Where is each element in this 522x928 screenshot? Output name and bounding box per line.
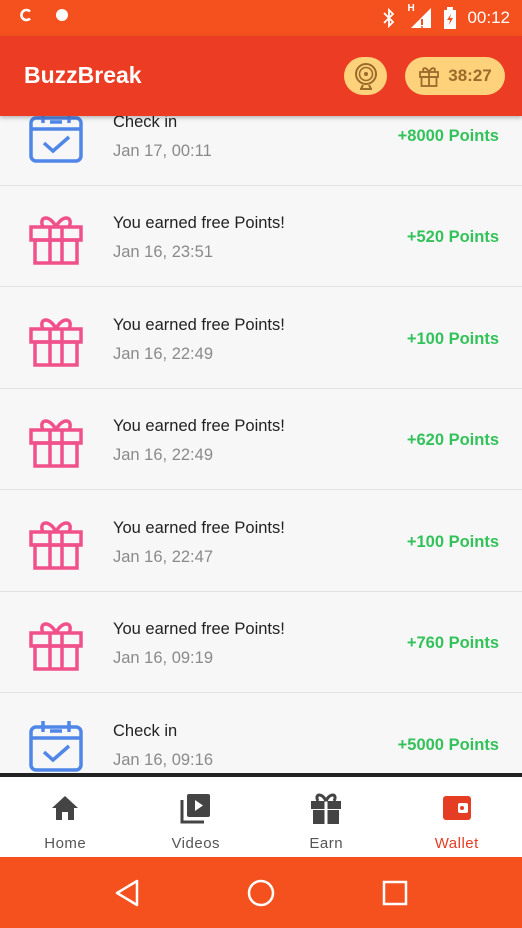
gift-timer-button[interactable]: 38:27 [405, 57, 505, 95]
gift-icon [29, 622, 83, 671]
nav-wallet-label: Wallet [434, 835, 479, 852]
list-item-time: Jan 16, 22:49 [113, 446, 213, 464]
list-item-time: Jan 16, 09:16 [113, 751, 213, 769]
lucky-wheel-button[interactable] [344, 57, 387, 95]
calendar-check-icon [29, 721, 83, 772]
recents-icon[interactable] [380, 878, 410, 908]
list-item[interactable]: Check in Jan 16, 09:16 +5000 Points [0, 694, 522, 773]
list-item[interactable]: You earned free Points! Jan 16, 22:47 +1… [0, 491, 522, 592]
gift-icon [29, 521, 83, 570]
gift-icon [29, 318, 83, 367]
calendar-check-icon [29, 116, 83, 163]
list-item-time: Jan 16, 09:19 [113, 649, 213, 667]
list-item-points: +8000 Points [397, 127, 499, 145]
notification-c-icon [20, 8, 31, 22]
system-nav-bar [0, 857, 522, 928]
list-item-time: Jan 16, 22:49 [113, 345, 213, 363]
list-item-points: +5000 Points [397, 736, 499, 754]
network-type-label: H [407, 3, 415, 14]
nav-earn[interactable]: Earn [261, 777, 392, 857]
notification-dot-icon [56, 9, 68, 21]
list-item-points: +100 Points [406, 330, 499, 348]
home-circle-icon[interactable] [246, 878, 276, 908]
bluetooth-icon [383, 8, 395, 28]
battery-icon [444, 7, 457, 29]
gift-timer-label: 38:27 [448, 66, 492, 85]
list-item-title: You earned free Points! [113, 620, 285, 638]
list-item-points: +760 Points [406, 634, 499, 652]
app-bar: BuzzBreak 38:27 [0, 36, 522, 116]
nav-videos[interactable]: Videos [131, 777, 262, 857]
list-item[interactable]: You earned free Points! Jan 16, 22:49 +6… [0, 389, 522, 490]
list-item-points: +620 Points [406, 431, 499, 449]
list-item[interactable]: You earned free Points! Jan 16, 22:49 +1… [0, 288, 522, 389]
nav-home[interactable]: Home [0, 777, 131, 857]
status-time: 00:12 [467, 8, 510, 27]
nav-earn-label: Earn [309, 835, 344, 852]
list-item-time: Jan 16, 22:47 [113, 548, 213, 566]
list-item-title: Check in [113, 116, 178, 131]
lucky-wheel-icon [354, 63, 377, 90]
list-item-title: You earned free Points! [113, 316, 285, 334]
gift-icon [29, 419, 83, 468]
list-item-title: You earned free Points! [113, 214, 285, 232]
videos-icon [180, 794, 210, 824]
list-item-points: +520 Points [406, 228, 499, 246]
wallet-icon [442, 796, 471, 820]
status-bar: H 00:12 [0, 0, 522, 36]
nav-videos-label: Videos [171, 835, 221, 852]
list-item[interactable]: You earned free Points! Jan 16, 23:51 +5… [0, 186, 522, 287]
list-item[interactable]: Check in Jan 17, 00:11 +8000 Points [0, 116, 522, 186]
app-title: BuzzBreak [24, 62, 142, 88]
list-item-title: You earned free Points! [113, 519, 285, 537]
gift-icon [311, 793, 342, 824]
network-indicator: H [407, 3, 433, 29]
nav-wallet[interactable]: Wallet [392, 777, 522, 857]
list-item-time: Jan 17, 00:11 [113, 142, 212, 160]
gift-icon [419, 67, 440, 87]
list-item-points: +100 Points [406, 533, 499, 551]
nav-home-label: Home [44, 835, 87, 852]
bottom-nav: Home Videos Earn Wallet [0, 777, 522, 857]
points-history-list[interactable]: Check in Jan 17, 00:11 +8000 Points You … [0, 116, 522, 773]
list-item-title: Check in [113, 722, 178, 740]
gift-icon [29, 216, 83, 265]
list-item[interactable]: You earned free Points! Jan 16, 09:19 +7… [0, 592, 522, 693]
home-icon [52, 796, 79, 820]
list-item-title: You earned free Points! [113, 417, 285, 435]
back-icon[interactable] [112, 878, 142, 908]
list-item-time: Jan 16, 23:51 [113, 243, 213, 261]
